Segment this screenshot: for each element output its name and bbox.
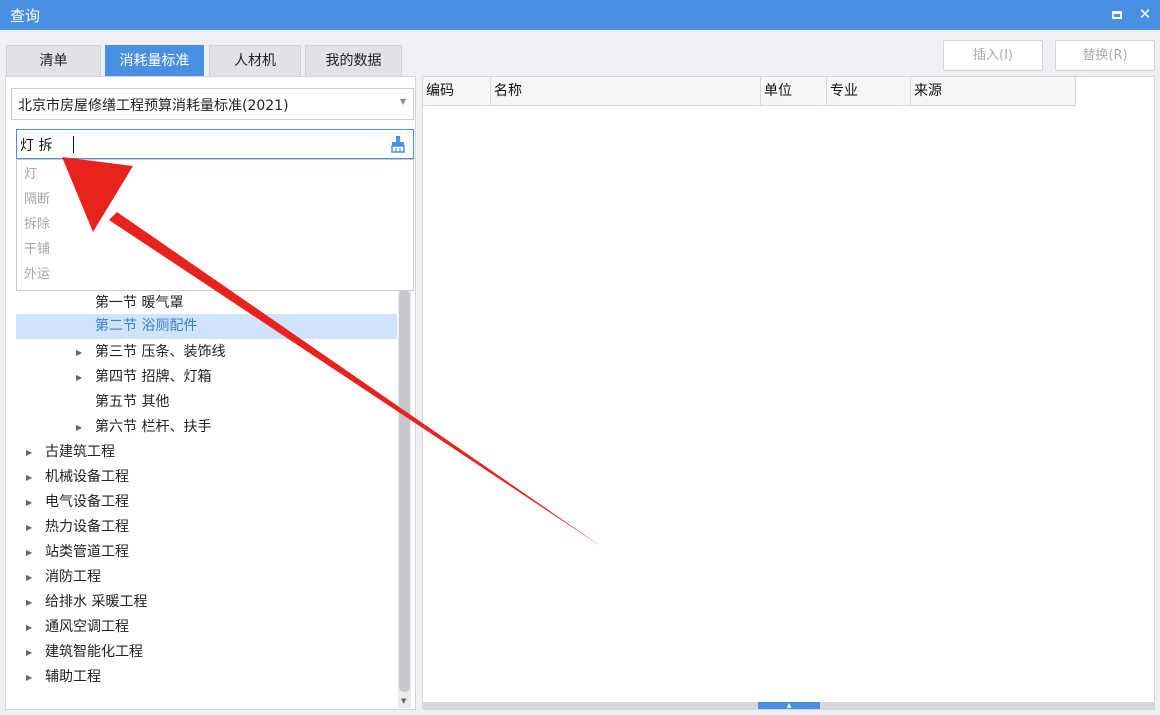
chevron-down-icon[interactable]: ▼	[400, 97, 406, 106]
results-pane	[422, 76, 1155, 710]
expand-arrow-icon[interactable]: ▶	[26, 465, 32, 490]
tree-item-subsection[interactable]: 第一节 暖气罩	[76, 291, 396, 316]
tab-my-data[interactable]: 我的数据	[305, 45, 402, 76]
tree-item-category[interactable]: ▶ 消防工程	[26, 565, 396, 590]
expand-arrow-icon[interactable]: ▶	[26, 590, 32, 615]
tree-item-category[interactable]: ▶ 建筑智能化工程	[26, 640, 396, 665]
tree-scrollbar[interactable]: ▼	[398, 290, 411, 708]
standard-select-value: 北京市房屋修缮工程预算消耗量标准(2021)	[18, 98, 289, 114]
expand-arrow-icon[interactable]: ▶	[26, 565, 32, 590]
maximize-icon[interactable]	[1108, 4, 1126, 24]
suggestion-item[interactable]: 外运	[24, 262, 50, 287]
expand-arrow-icon[interactable]: ▶	[26, 515, 32, 540]
scrollbar-thumb[interactable]	[399, 290, 410, 692]
tree-item-subsection[interactable]: ▶ 第四节 招牌、灯箱	[76, 365, 396, 390]
column-header-source[interactable]: 来源	[911, 77, 1076, 106]
tab-consumption-standard[interactable]: 消耗量标准	[105, 45, 204, 76]
search-input[interactable]: 灯 拆	[16, 129, 414, 159]
tree-item-subsection[interactable]: ▶ 第六节 栏杆、扶手	[76, 415, 396, 440]
search-input-value: 灯 拆	[20, 138, 53, 154]
replace-button[interactable]: 替换(R)	[1055, 40, 1155, 71]
insert-button[interactable]: 插入(I)	[943, 40, 1043, 71]
expand-arrow-icon[interactable]: ▶	[26, 540, 32, 565]
text-cursor	[73, 136, 74, 153]
expand-arrow-icon[interactable]: ▶	[26, 640, 32, 665]
column-header-unit[interactable]: 单位	[761, 77, 827, 106]
collapse-up-icon[interactable]: ▲	[758, 702, 820, 709]
tree-item-category[interactable]: ▶ 给排水 采暖工程	[26, 590, 396, 615]
suggestion-item[interactable]: 拆除	[24, 212, 50, 237]
tree-item-category[interactable]: ▶ 机械设备工程	[26, 465, 396, 490]
suggestion-item[interactable]: 隔断	[24, 187, 50, 212]
expand-arrow-icon[interactable]: ▶	[76, 365, 82, 390]
expand-arrow-icon[interactable]: ▶	[76, 415, 82, 440]
tab-labor-material-machine[interactable]: 人材机	[209, 45, 301, 76]
tree-item-category[interactable]: ▶ 热力设备工程	[26, 515, 396, 540]
tree-item-category[interactable]: ▶ 古建筑工程	[26, 440, 396, 465]
close-icon[interactable]: ✕	[1136, 4, 1154, 24]
expand-arrow-icon[interactable]: ▶	[26, 615, 32, 640]
expand-arrow-icon[interactable]: ▶	[26, 665, 32, 690]
tree-item-category[interactable]: ▶ 通风空调工程	[26, 615, 396, 640]
column-header-name[interactable]: 名称	[491, 77, 761, 106]
expand-arrow-icon[interactable]: ▶	[26, 440, 32, 465]
tab-list[interactable]: 清单	[6, 45, 101, 76]
search-suggestions: 灯 隔断 拆除 干铺 外运	[16, 159, 414, 291]
expand-arrow-icon[interactable]: ▶	[76, 340, 82, 365]
scroll-down-icon[interactable]: ▼	[401, 697, 406, 705]
window-title: 查询	[10, 7, 41, 25]
tree-item-subsection[interactable]: 第五节 其他	[76, 390, 396, 415]
tree-item-subsection[interactable]: ▶ 第三节 压条、装饰线	[76, 340, 396, 365]
expand-arrow-icon[interactable]: ▶	[26, 490, 32, 515]
suggestion-item[interactable]: 灯	[24, 162, 37, 187]
tree-item-category[interactable]: ▶ 辅助工程	[26, 665, 396, 690]
column-header-code[interactable]: 编码	[423, 77, 491, 106]
tree-item-subsection-selected[interactable]: 第二节 浴厕配件	[76, 314, 396, 339]
bottom-splitter[interactable]: ▲	[423, 702, 1154, 709]
tree-item-category[interactable]: ▶ 电气设备工程	[26, 490, 396, 515]
standard-select[interactable]: 北京市房屋修缮工程预算消耗量标准(2021) ▼	[11, 88, 414, 120]
tree-item-category[interactable]: ▶ 站类管道工程	[26, 540, 396, 565]
title-bar: 查询 ✕	[0, 0, 1160, 30]
brush-icon[interactable]	[390, 135, 406, 153]
suggestion-item[interactable]: 干铺	[24, 237, 50, 262]
column-header-specialty[interactable]: 专业	[827, 77, 911, 106]
